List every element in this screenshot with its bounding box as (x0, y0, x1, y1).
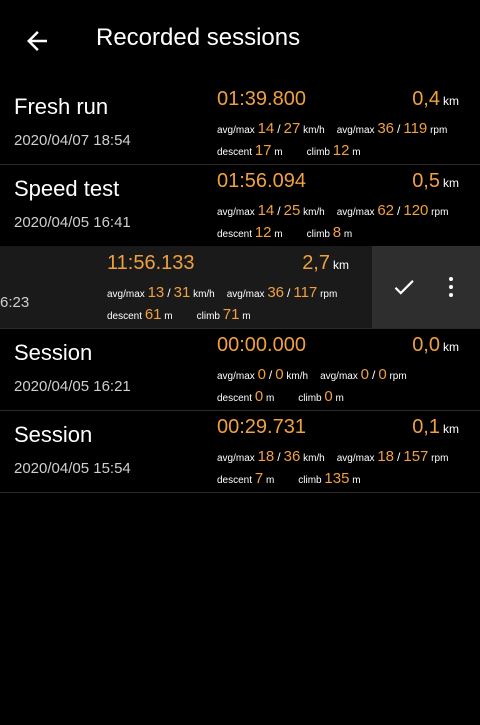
session-name: Speed test (14, 176, 120, 201)
session-distance: 2,7 km (302, 252, 349, 274)
speed-cadence-line: avg/max 14/27 km/h avg/max 36/119 rpm (217, 120, 448, 137)
check-icon[interactable] (390, 274, 418, 300)
elevation-line: descent 17 m climb 12 m (217, 142, 361, 159)
session-name: Session (14, 340, 93, 365)
session-stats: 00:29.731 0,1 km avg/max 18/36 km/h avg/ma… (217, 410, 477, 492)
more-vert-icon[interactable] (444, 274, 458, 302)
speed-cadence-line: avg/max 0/0 km/h avg/max 0/0 rpm (217, 366, 407, 383)
session-row[interactable]: Session 2020/04/05 16:21 00:00.000 0,0 km… (0, 328, 480, 411)
session-stats: 00:00.000 0,0 km avg/max 0/0 km/h avg/max … (217, 328, 477, 410)
session-name: Session (14, 422, 93, 447)
elevation-line: descent 61 m climb 71 m (107, 306, 251, 323)
session-time: 11:56.133 (107, 252, 195, 274)
session-date: 2020/04/07 18:54 (14, 132, 131, 149)
session-date: 2020/04/05 16:21 (14, 378, 131, 395)
app-bar: Recorded sessions (0, 0, 480, 82)
session-date: 6:23 (0, 294, 30, 311)
session-row[interactable]: Fresh run 2020/04/07 18:54 01:39.800 0,4… (0, 82, 480, 165)
session-stats: 01:39.800 0,4 km avg/max 14/27 km/h avg/ma… (217, 82, 477, 164)
session-distance: 0,0 km (412, 334, 459, 356)
session-stats: 01:56.094 0,5 km avg/max 14/25 km/h avg/ma… (217, 164, 477, 246)
session-date: 2020/04/05 15:54 (14, 460, 131, 477)
session-time: 00:29.731 (217, 416, 306, 438)
swipe-actions (372, 246, 480, 328)
session-row[interactable]: Speed test 2020/04/05 16:41 01:56.094 0,… (0, 164, 480, 247)
session-distance: 0,4 km (412, 88, 459, 110)
speed-cadence-line: avg/max 18/36 km/h avg/max 18/157 rpm (217, 448, 449, 465)
arrow-back-icon[interactable] (22, 26, 52, 56)
elevation-line: descent 7 m climb 135 m (217, 470, 361, 487)
session-time: 01:39.800 (217, 88, 306, 110)
session-time: 01:56.094 (217, 170, 306, 192)
session-date: 2020/04/05 16:41 (14, 214, 131, 231)
session-distance: 0,5 km (412, 170, 459, 192)
session-row-swiped[interactable]: 6:23 11:56.133 2,7 km avg/max 13/31 km/h a… (0, 246, 480, 329)
session-stats: 11:56.133 2,7 km avg/max 13/31 km/h avg/ma… (107, 246, 367, 328)
session-row[interactable]: Session 2020/04/05 15:54 00:29.731 0,1 km… (0, 410, 480, 493)
speed-cadence-line: avg/max 13/31 km/h avg/max 36/117 rpm (107, 284, 338, 301)
elevation-line: descent 12 m climb 8 m (217, 224, 353, 241)
session-time: 00:00.000 (217, 334, 306, 356)
elevation-line: descent 0 m climb 0 m (217, 388, 344, 405)
session-distance: 0,1 km (412, 416, 459, 438)
session-name: Fresh run (14, 94, 109, 119)
speed-cadence-line: avg/max 14/25 km/h avg/max 62/120 rpm (217, 202, 449, 219)
page-title: Recorded sessions (96, 24, 301, 51)
